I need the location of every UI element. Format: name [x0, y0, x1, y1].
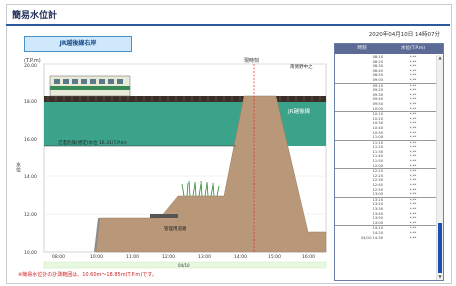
row-level: *.** [409, 235, 417, 240]
table-row: 10:00 *.** [335, 107, 437, 112]
x-tick: 11:00 [126, 254, 139, 260]
row-time: 11:00 [372, 135, 383, 140]
table-row: 14:00 *.** [335, 221, 437, 226]
y-tick: 12.00 [24, 212, 37, 218]
row-level: *.** [409, 163, 417, 168]
train-icon [49, 75, 131, 97]
x-tick: 08:00 [52, 254, 65, 260]
row-level: *.** [409, 220, 417, 225]
table-row: 09:00 *.** [335, 78, 437, 83]
row-level: *.** [409, 192, 417, 197]
bridge-deck [44, 96, 326, 102]
scroll-down-icon[interactable]: ▼ [437, 274, 443, 280]
water-level-table: 時刻 水位(T.P.m) 08:10 *.** 08:20 *.** 08:30 *.**… [334, 43, 444, 281]
y-tick: 20.00 [24, 63, 37, 69]
row-time: 13:00 [372, 192, 383, 197]
row-time: 04/10 14:30 [361, 235, 383, 240]
bridge-label: JR越後線 [287, 107, 310, 115]
x-tick: 15:00 [268, 254, 281, 260]
current-time-label: 現時刻 [244, 57, 259, 64]
x-tick: 12:00 [162, 254, 175, 260]
col-level-header: 水位(T.P.m) [401, 46, 425, 51]
row-level: *.** [409, 135, 417, 140]
table-body: 08:10 *.** 08:20 *.** 08:30 *.** 08:40 *.** 08:5… [335, 55, 437, 280]
x-tick: 14:00 [234, 254, 247, 260]
footnote: ※簡易水位計の計測範囲は、10.60m〜18.85m(T.P.m)です。 [18, 272, 157, 278]
table-scrollbar[interactable]: ▲ ▼ [436, 55, 443, 280]
row-level: *.** [409, 106, 417, 111]
road-label: 管理用道路 [164, 225, 187, 232]
col-time-header: 時刻 [357, 46, 367, 51]
table-header: 時刻 水位(T.P.m) [335, 44, 443, 54]
y-axis-label: 水位 [15, 161, 21, 172]
table-row: 04/10 14:30 *.** [335, 236, 437, 241]
road [150, 214, 178, 218]
y-tick: 10.00 [24, 250, 37, 256]
y-tick: 16.00 [24, 137, 37, 143]
row-time: 14:00 [372, 220, 383, 225]
row-time: 09:00 [372, 77, 383, 82]
scroll-up-icon[interactable]: ▲ [437, 55, 443, 61]
threshold-label: 氾濫危険(想定)水位 16.31(T.P.m) [58, 139, 127, 146]
y-tick: 14.00 [24, 174, 37, 180]
row-level: *.** [409, 77, 417, 82]
upstream-label: 南側野中之 [290, 63, 313, 70]
scroll-thumb[interactable] [438, 223, 442, 273]
x-tick: 16:00 [302, 254, 315, 260]
table-row: 13:00 *.** [335, 192, 437, 197]
x-tick: 13:00 [198, 254, 211, 260]
table-row: 11:00 *.** [335, 135, 437, 140]
date-label: 04/10 [178, 263, 190, 268]
table-row: 12:00 *.** [335, 164, 437, 169]
y-tick: 18.00 [24, 99, 37, 105]
x-tick: 10:00 [90, 254, 103, 260]
row-time: 12:00 [372, 163, 383, 168]
row-time: 10:00 [372, 106, 383, 111]
